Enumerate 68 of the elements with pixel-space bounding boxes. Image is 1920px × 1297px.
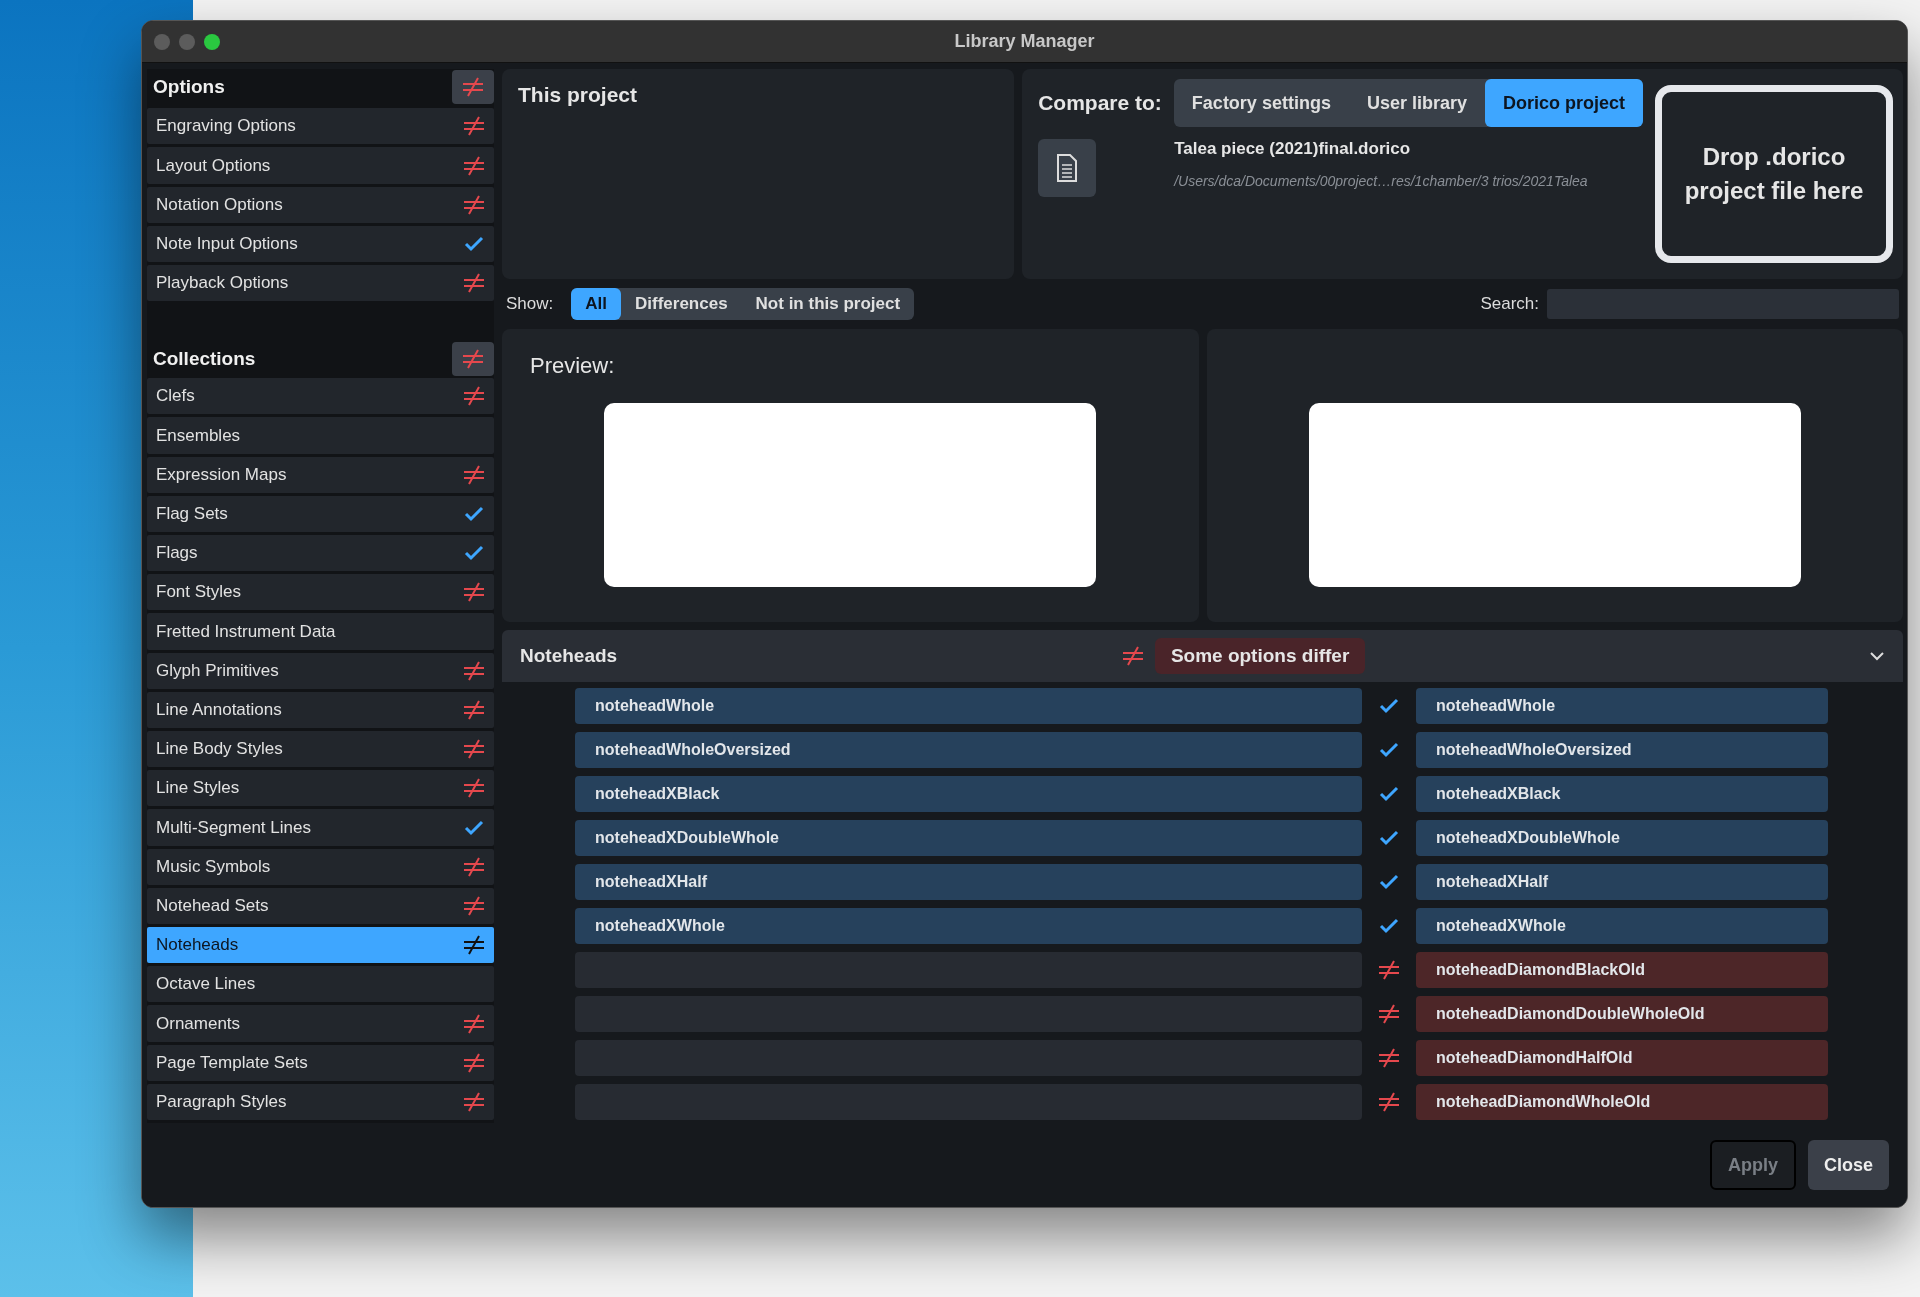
sidebar-item[interactable]: Page Template Sets	[147, 1044, 494, 1081]
sidebar-item[interactable]: Music Symbols	[147, 848, 494, 885]
sidebar-item[interactable]: Playback Options	[147, 265, 494, 302]
glyph-cell: noteheadDiamondWholeOld	[1416, 1084, 1828, 1120]
glyph-cell: noteheadDiamondBlackOld	[1416, 952, 1828, 988]
search-label: Search:	[1480, 294, 1539, 314]
compare-option[interactable]: Factory settings	[1173, 79, 1349, 127]
sidebar-item[interactable]: Layout Options	[147, 147, 494, 184]
glyph-cell: noteheadDiamondHalfOld	[1416, 1040, 1828, 1076]
glyph-cell: noteheadWholeOversized	[1416, 732, 1828, 768]
section-title: Noteheads	[520, 645, 618, 667]
file-button[interactable]	[1038, 139, 1097, 197]
drop-zone[interactable]: Drop .dorico project file here	[1655, 85, 1893, 263]
sidebar-item[interactable]: Flag Sets	[147, 495, 494, 533]
status-summary: Some options differ	[1154, 638, 1366, 674]
glyph-cell: noteheadXWhole	[1416, 908, 1828, 944]
glyph-cell: noteheadWhole	[575, 688, 1362, 724]
sidebar-item[interactable]: Ornaments	[147, 1005, 494, 1042]
glyph-cell: noteheadWhole	[1416, 688, 1828, 724]
window-title: Library Manager	[954, 31, 1095, 52]
sidebar-item[interactable]: Ensembles	[147, 417, 494, 454]
sidebar-item[interactable]: Glyph Primitives	[147, 652, 494, 689]
glyph-cell: noteheadXHalf	[575, 864, 1362, 900]
compare-option[interactable]: User library	[1348, 79, 1485, 127]
glyph-cell: noteheadXBlack	[1416, 776, 1828, 812]
sidebar-item[interactable]: Multi-Segment Lines	[147, 809, 494, 846]
compare-label: Compare to:	[1038, 91, 1162, 115]
sidebar-item[interactable]: Notation Options	[147, 186, 494, 223]
glyph-cell: noteheadXBlack	[575, 776, 1362, 812]
sidebar-item[interactable]: Line Annotations	[147, 691, 494, 729]
sidebar-item[interactable]: Engraving Options	[147, 108, 494, 145]
sidebar-item[interactable]: Octave Lines	[147, 966, 494, 1003]
filter-option[interactable]: All	[571, 288, 621, 320]
show-label: Show:	[506, 294, 554, 314]
preview-label: Preview:	[530, 353, 615, 380]
section-header[interactable]: Noteheads Some options differ	[502, 630, 1903, 682]
status-button[interactable]	[452, 69, 494, 104]
sidebar-item[interactable]: Paragraph Styles	[147, 1083, 494, 1121]
file-path: /Users/dca/Documents/00project…res/1chamber/3 trios/2021Talea	[1174, 173, 1588, 189]
glyph-cell: noteheadXHalf	[1416, 864, 1828, 900]
search-field[interactable]	[1547, 289, 1899, 319]
sidebar-item[interactable]: Notehead Sets	[147, 887, 494, 925]
sidebar-item[interactable]: Font Styles	[147, 574, 494, 611]
section-heading: Collections	[153, 348, 256, 371]
file-name: Talea piece (2021)final.dorico	[1174, 139, 1412, 159]
sidebar-item[interactable]: Expression Maps	[147, 456, 494, 493]
document-icon	[1056, 154, 1079, 182]
filter-option[interactable]: Not in this project	[741, 288, 915, 320]
chevron-icon[interactable]	[1869, 651, 1885, 661]
glyph-cell: noteheadXDoubleWhole	[575, 820, 1362, 856]
sidebar-item[interactable]: Fretted Instrument Data	[147, 613, 494, 650]
sidebar-item[interactable]: Noteheads	[147, 927, 494, 964]
sidebar-item[interactable]: Line Styles	[147, 770, 494, 807]
window-zoom-button[interactable]	[204, 34, 220, 50]
sidebar-item[interactable]: Note Input Options	[147, 225, 494, 263]
panel-title: This project	[518, 83, 638, 106]
filter-option[interactable]: Differences	[621, 288, 742, 320]
sidebar-item[interactable]: Flags	[147, 535, 494, 572]
glyph-cell: noteheadWholeOversized	[575, 732, 1362, 768]
sidebar-item[interactable]: Clefs	[147, 378, 494, 415]
status-button[interactable]	[452, 342, 494, 377]
glyph-cell: noteheadXWhole	[575, 908, 1362, 944]
glyph-cell: noteheadXDoubleWhole	[1416, 820, 1828, 856]
sidebar-item[interactable]: Line Body Styles	[147, 731, 494, 768]
glyph-cell: noteheadDiamondDoubleWholeOld	[1416, 996, 1828, 1032]
compare-option[interactable]: Dorico project	[1484, 79, 1643, 127]
close-button[interactable]: Close	[1807, 1140, 1889, 1190]
section-heading: Options	[153, 75, 225, 98]
